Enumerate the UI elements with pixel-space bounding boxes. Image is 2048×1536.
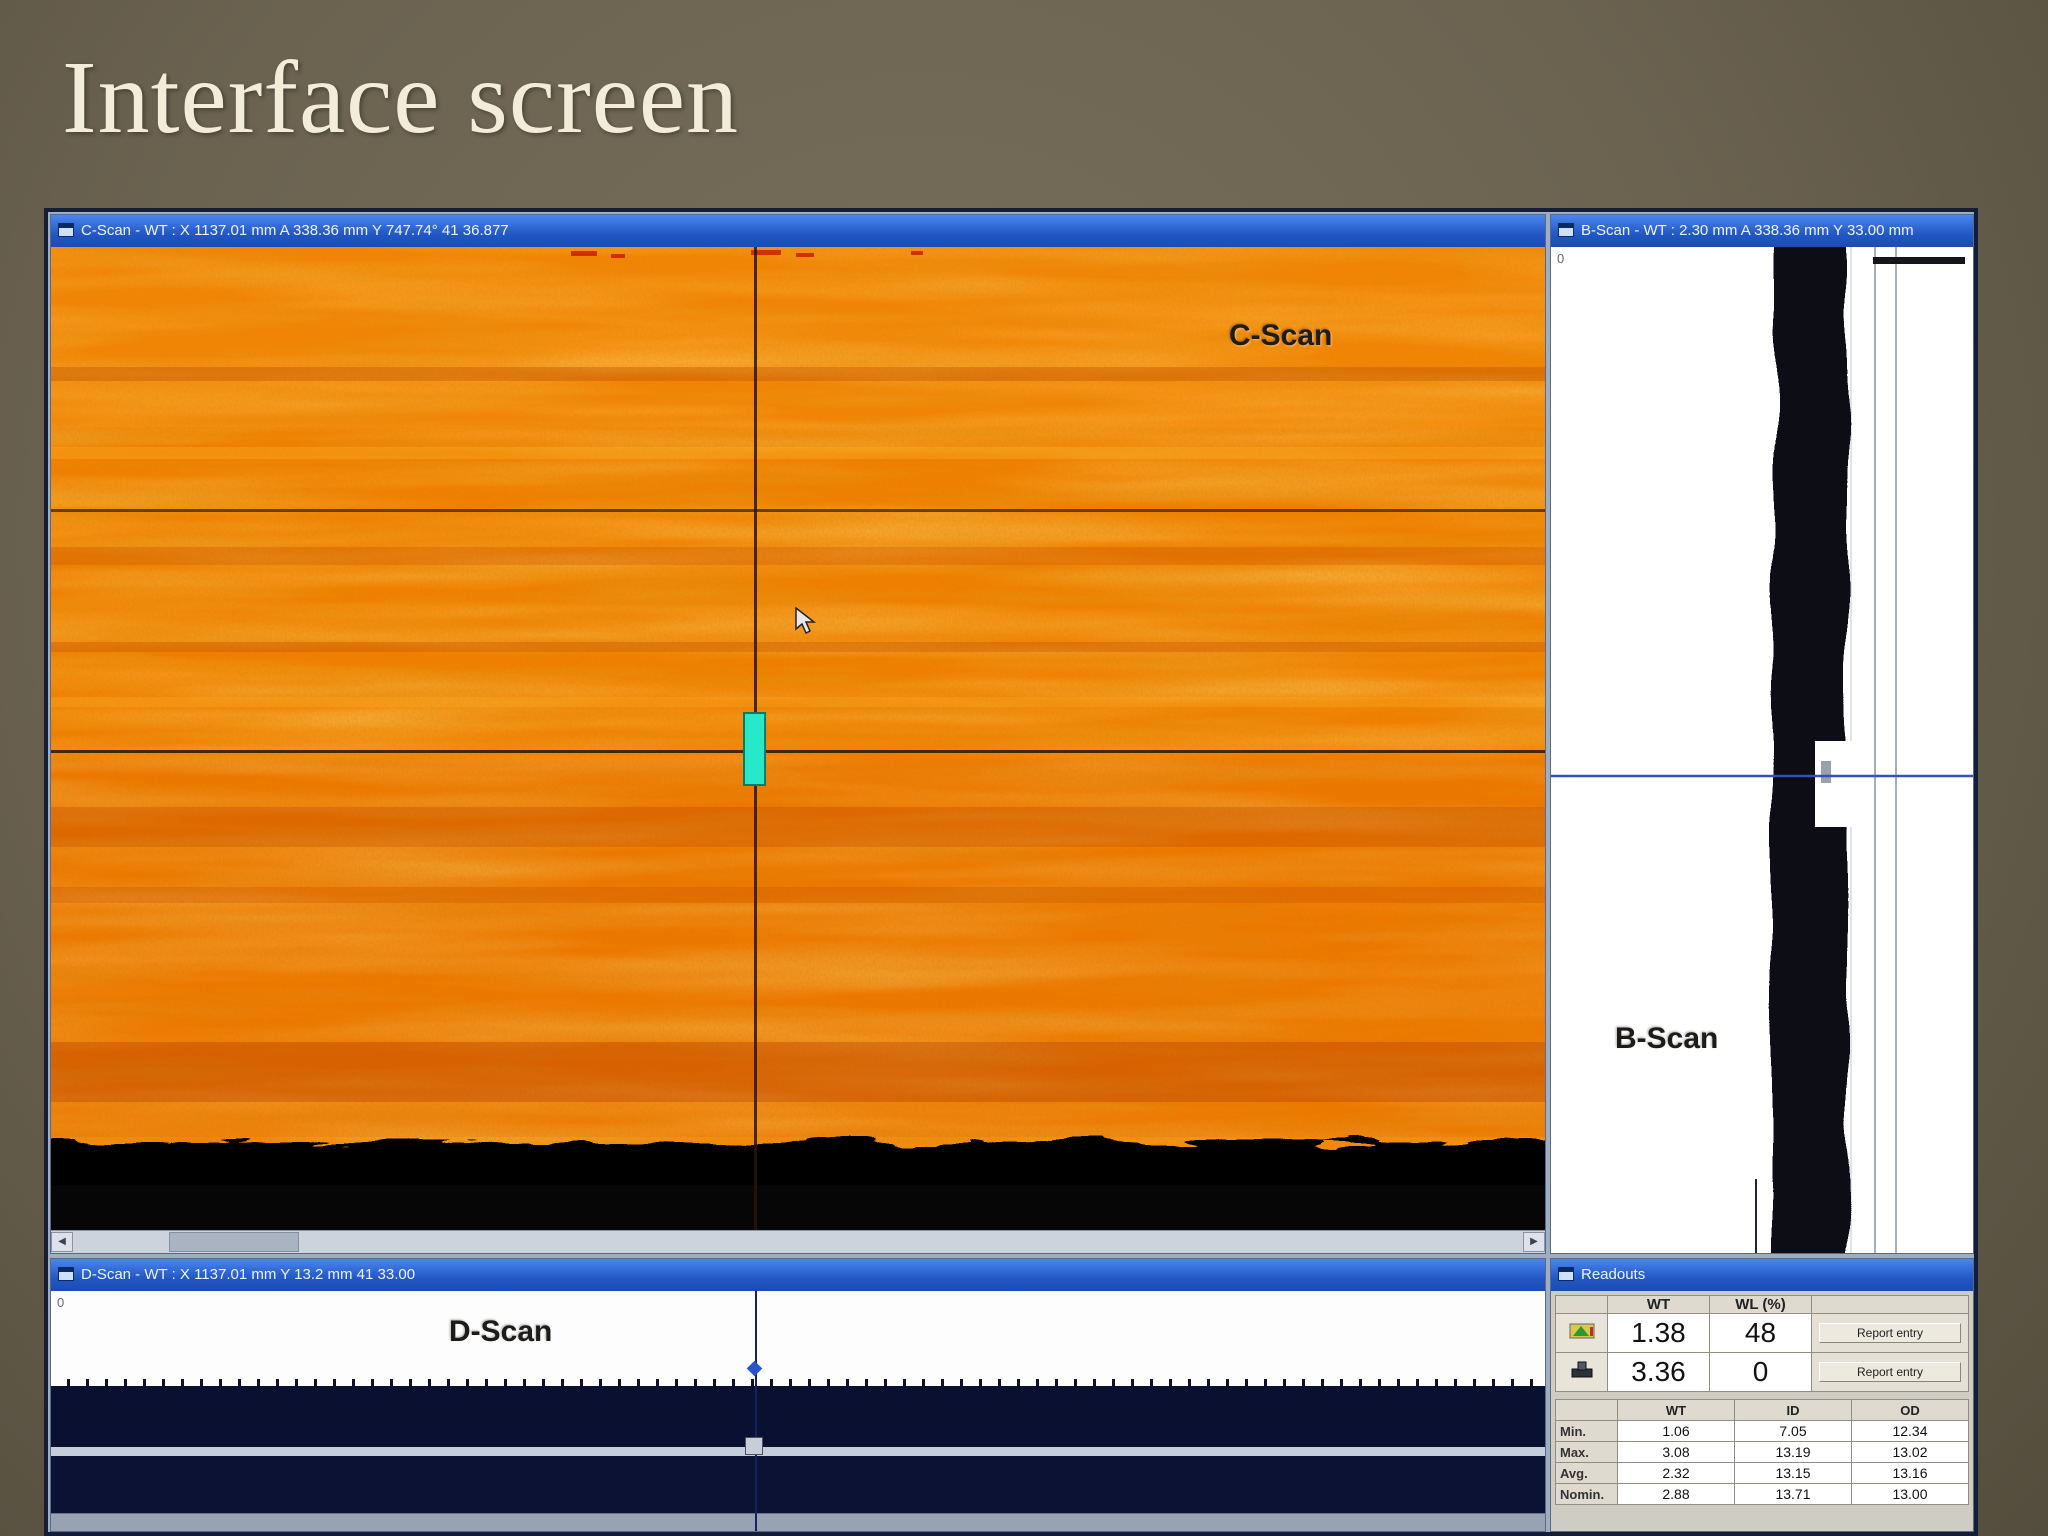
wt-cell: 2.88 [1617,1483,1735,1505]
table-row: 1.38 48 Report entry [1555,1313,1969,1353]
slide: Interface screen C-Scan - WT : X 1137.01… [0,0,2048,1536]
scroll-right-icon[interactable]: ▶ [1523,1232,1545,1252]
id-cell: 13.19 [1734,1441,1852,1463]
statistics-table: WT ID OD Min. 1.06 7.05 12.34 Max. 3.08 … [1555,1399,1969,1505]
probe-icon [1555,1352,1608,1392]
wt-value: 3.36 [1607,1352,1710,1392]
report-entry-cell: Report entry [1811,1313,1969,1353]
cscan-texture [51,247,1545,1231]
dscan-crosshair-line [755,1291,757,1531]
mouse-cursor [795,607,817,635]
dscan-cursor-marker [746,1360,763,1377]
dscan-lower-band [51,1456,1545,1513]
dscan-panel: D-Scan - WT : X 1137.01 mm Y 13.2 mm 41 … [50,1258,1546,1532]
table-row: Avg. 2.32 13.15 13.16 [1555,1462,1969,1484]
gauge-icon [1555,1313,1608,1353]
wt-header: WT [1617,1399,1735,1421]
id-header: ID [1734,1399,1852,1421]
readouts-body: WT WL (%) 1.38 48 Report entry 3.36 0 Re… [1551,1291,1973,1531]
wt-cell: 1.06 [1617,1420,1735,1442]
readouts-titlebar: Readouts [1551,1259,1973,1291]
wt-value: 1.38 [1607,1313,1710,1353]
bscan-profile [1551,247,1973,1253]
scrollbar-thumb[interactable] [169,1232,299,1252]
scroll-left-icon[interactable]: ◀ [51,1232,73,1252]
wl-value: 48 [1709,1313,1812,1353]
dscan-divider-strip [51,1447,1545,1456]
od-header: OD [1851,1399,1969,1421]
bscan-titlebar: B-Scan - WT : 2.30 mm A 338.36 mm Y 33.0… [1551,215,1973,247]
table-row: Nomin. 2.88 13.71 13.00 [1555,1483,1969,1505]
row-label: Avg. [1555,1462,1618,1484]
dscan-upper-band [51,1386,1545,1447]
id-cell: 13.71 [1734,1483,1852,1505]
bscan-origin-tick: 0 [1557,251,1565,266]
window-icon [1558,1267,1574,1281]
blank-header [1555,1399,1618,1421]
cscan-titlebar: C-Scan - WT : X 1137.01 mm A 338.36 mm Y… [51,215,1545,247]
blank-header [1811,1295,1969,1314]
table-row: Min. 1.06 7.05 12.34 [1555,1420,1969,1442]
dscan-label: D-Scan [449,1315,553,1348]
window-icon [58,223,74,237]
dscan-status-strip [51,1513,1545,1531]
id-cell: 7.05 [1734,1420,1852,1442]
readouts-panel: Readouts WT WL (%) 1.38 48 Report entry … [1550,1258,1974,1532]
cscan-label: C-Scan [1229,319,1333,352]
dscan-titlebar-text: D-Scan - WT : X 1137.01 mm Y 13.2 mm 41 … [81,1266,416,1283]
dscan-image[interactable]: 0 D-Scan [51,1291,1545,1531]
window-icon [1558,223,1574,237]
cscan-hscrollbar[interactable]: ◀ ▶ [51,1230,1545,1253]
od-cell: 13.16 [1851,1462,1969,1484]
row-label: Max. [1555,1441,1618,1463]
wt-cell: 3.08 [1617,1441,1735,1463]
bscan-titlebar-text: B-Scan - WT : 2.30 mm A 338.36 mm Y 33.0… [1581,222,1914,239]
report-entry-cell: Report entry [1811,1352,1969,1392]
od-cell: 13.02 [1851,1441,1969,1463]
dscan-origin-tick: 0 [57,1295,65,1310]
wl-value: 0 [1709,1352,1812,1392]
row-label: Min. [1555,1420,1618,1442]
report-entry-button[interactable]: Report entry [1818,1362,1962,1382]
wt-header: WT [1607,1295,1710,1314]
cscan-titlebar-text: C-Scan - WT : X 1137.01 mm A 338.36 mm Y… [81,222,509,239]
bscan-label: B-Scan [1615,1022,1719,1055]
table-row: Max. 3.08 13.19 13.02 [1555,1441,1969,1463]
dscan-gate-marker [745,1437,763,1455]
report-entry-button[interactable]: Report entry [1818,1323,1962,1343]
readouts-titlebar-text: Readouts [1581,1266,1646,1283]
cscan-image[interactable]: C-Scan [51,247,1545,1231]
bscan-panel: B-Scan - WT : 2.30 mm A 338.36 mm Y 33.0… [1550,214,1974,1254]
table-row: 3.36 0 Report entry [1555,1352,1969,1392]
wl-header: WL (%) [1709,1295,1812,1314]
window-icon [58,1267,74,1281]
slide-title: Interface screen [62,40,740,155]
dscan-titlebar: D-Scan - WT : X 1137.01 mm Y 13.2 mm 41 … [51,1259,1545,1291]
row-label: Nomin. [1555,1483,1618,1505]
wt-cell: 2.32 [1617,1462,1735,1484]
bscan-image[interactable]: 0 B-Scan [1551,247,1973,1253]
od-cell: 13.00 [1851,1483,1969,1505]
cscan-panel: C-Scan - WT : X 1137.01 mm A 338.36 mm Y… [50,214,1546,1254]
od-cell: 12.34 [1851,1420,1969,1442]
id-cell: 13.15 [1734,1462,1852,1484]
application-screenshot: C-Scan - WT : X 1137.01 mm A 338.36 mm Y… [44,208,1978,1536]
blank-header [1555,1295,1608,1314]
measurement-table: WT WL (%) 1.38 48 Report entry 3.36 0 Re… [1555,1295,1969,1392]
